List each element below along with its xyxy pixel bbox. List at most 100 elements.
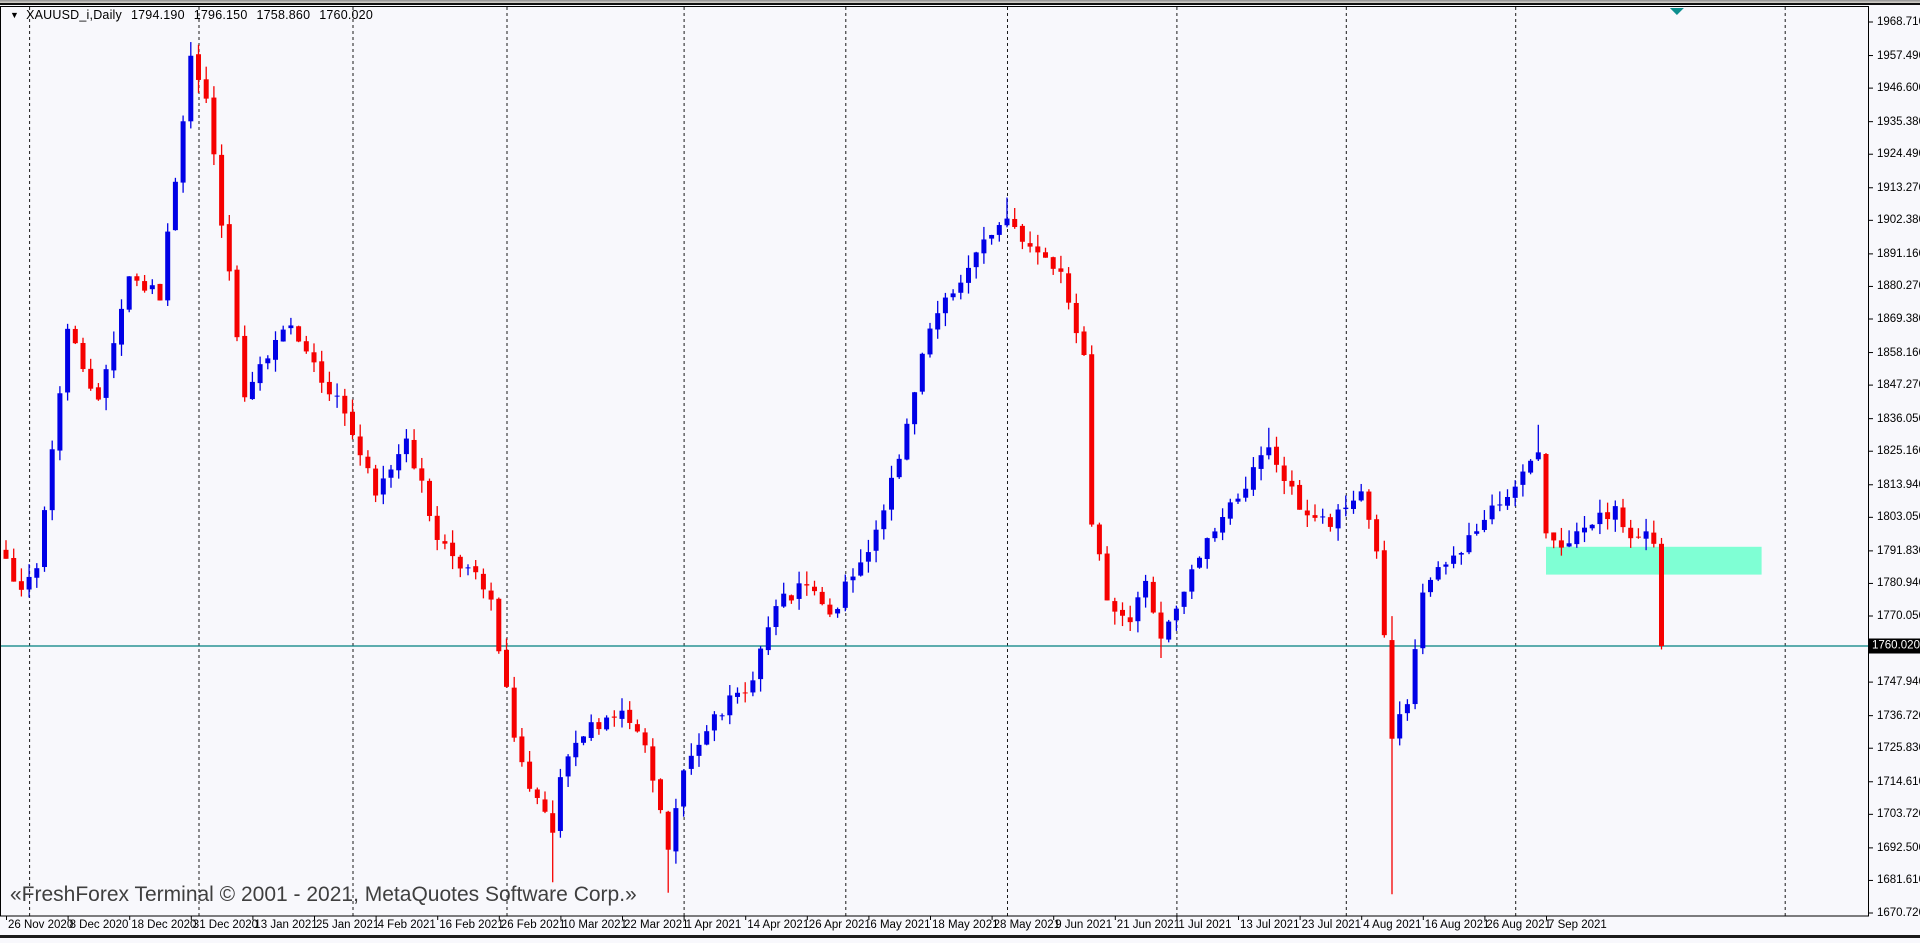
candle-body — [1644, 531, 1649, 538]
candle-body — [1174, 609, 1179, 621]
candle-body — [904, 424, 909, 460]
candle-body — [758, 649, 763, 680]
candle-body — [296, 326, 301, 341]
date-axis-label: 21 Jun 2021 — [1117, 919, 1180, 931]
candle-body — [920, 354, 925, 392]
candle-body — [1405, 704, 1410, 713]
candle-body — [134, 276, 139, 280]
candle-body — [173, 182, 178, 230]
candle-body — [442, 541, 447, 544]
date-axis-label: 26 Nov 2020 — [8, 919, 73, 931]
open-value: 1794.190 — [131, 8, 185, 22]
candle-body — [1051, 257, 1056, 269]
price-axis-label: 1847.270 — [1877, 379, 1920, 391]
candle-body — [604, 718, 609, 730]
candle-body — [958, 283, 963, 293]
candlestick-chart-canvas[interactable] — [0, 0, 1920, 938]
close-value: 1760.020 — [319, 8, 373, 22]
candle-body — [558, 777, 563, 831]
candle-body — [50, 449, 55, 510]
date-axis-label: 13 Jan 2021 — [254, 919, 317, 931]
candle-body — [319, 361, 324, 382]
candle-body — [535, 789, 540, 798]
candle-body — [1289, 481, 1294, 487]
date-axis-label: 1 Jul 2021 — [1178, 919, 1231, 931]
candle-body — [1605, 512, 1610, 519]
candle-body — [466, 567, 471, 568]
candle-body — [1420, 593, 1425, 649]
candle-body — [689, 756, 694, 769]
candle-body — [1105, 554, 1110, 601]
candle-body — [835, 609, 840, 613]
candle-body — [273, 340, 278, 360]
date-axis-label: 28 May 2021 — [994, 919, 1061, 931]
candle-body — [851, 577, 856, 581]
collapse-ohlc-icon[interactable]: ▼ — [10, 10, 19, 20]
candle-body — [1659, 544, 1664, 646]
candle-body — [1528, 461, 1533, 473]
candle-body — [735, 693, 740, 697]
candle-body — [1597, 513, 1602, 524]
candle-body — [327, 382, 332, 394]
rectangle-object[interactable] — [1546, 547, 1762, 575]
candle-body — [1505, 497, 1510, 506]
candle-body — [473, 566, 478, 572]
price-axis-label: 1703.720 — [1877, 808, 1920, 820]
candle-body — [342, 396, 347, 414]
candle-body — [496, 599, 501, 651]
candle-body — [258, 364, 263, 383]
candle-body — [943, 298, 948, 314]
candle-body — [750, 680, 755, 692]
candle-body — [435, 516, 440, 540]
candle-body — [1343, 508, 1348, 509]
candle-body — [111, 343, 116, 370]
candle-body — [951, 293, 956, 297]
price-axis-label: 1946.600 — [1877, 82, 1920, 94]
date-axis-label: 13 Jul 2021 — [1240, 919, 1299, 931]
candle-body — [1082, 331, 1087, 355]
price-axis-label: 1913.270 — [1877, 182, 1920, 194]
candle-body — [843, 582, 848, 608]
candle-body — [96, 387, 101, 399]
candle-body — [1305, 510, 1310, 515]
date-axis-label: 1 Apr 2021 — [686, 919, 742, 931]
candle-body — [673, 808, 678, 851]
price-axis-label: 1858.160 — [1877, 347, 1920, 359]
candle-body — [1574, 531, 1579, 544]
candle-body — [658, 779, 663, 810]
candle-body — [1436, 567, 1441, 579]
candle-body — [1189, 569, 1194, 591]
date-axis-label: 22 Mar 2021 — [624, 919, 689, 931]
price-axis-label: 1957.490 — [1877, 50, 1920, 62]
candle-body — [57, 393, 62, 450]
candle-body — [204, 79, 209, 98]
candle-body — [1490, 506, 1495, 520]
candle-body — [288, 325, 293, 328]
candle-body — [1382, 550, 1387, 635]
chart-stage — [0, 0, 1920, 938]
date-axis-label: 16 Feb 2021 — [439, 919, 504, 931]
candle-body — [635, 724, 640, 731]
candle-body — [1197, 558, 1202, 568]
symbol-period-label: XAUUSD_i,Daily — [26, 8, 122, 22]
candle-body — [650, 746, 655, 780]
candle-body — [396, 454, 401, 470]
candle-body — [1313, 515, 1318, 518]
candle-body — [1120, 610, 1125, 616]
candle-body — [365, 457, 370, 468]
candle-body — [404, 439, 409, 455]
candle-body — [1328, 517, 1333, 527]
candle-body — [612, 717, 617, 718]
candle-body — [928, 329, 933, 355]
date-axis-label: 25 Jan 2021 — [316, 919, 379, 931]
candle-body — [250, 382, 255, 399]
date-axis-label: 4 Aug 2021 — [1363, 919, 1421, 931]
candle-body — [1567, 543, 1572, 546]
candle-body — [543, 799, 548, 811]
price-axis-label: 1736.720 — [1877, 710, 1920, 722]
candle-body — [1474, 531, 1479, 534]
candle-body — [1151, 582, 1156, 613]
date-axis-label: 18 May 2021 — [932, 919, 999, 931]
candle-body — [312, 352, 317, 362]
candle-body — [1551, 532, 1556, 540]
